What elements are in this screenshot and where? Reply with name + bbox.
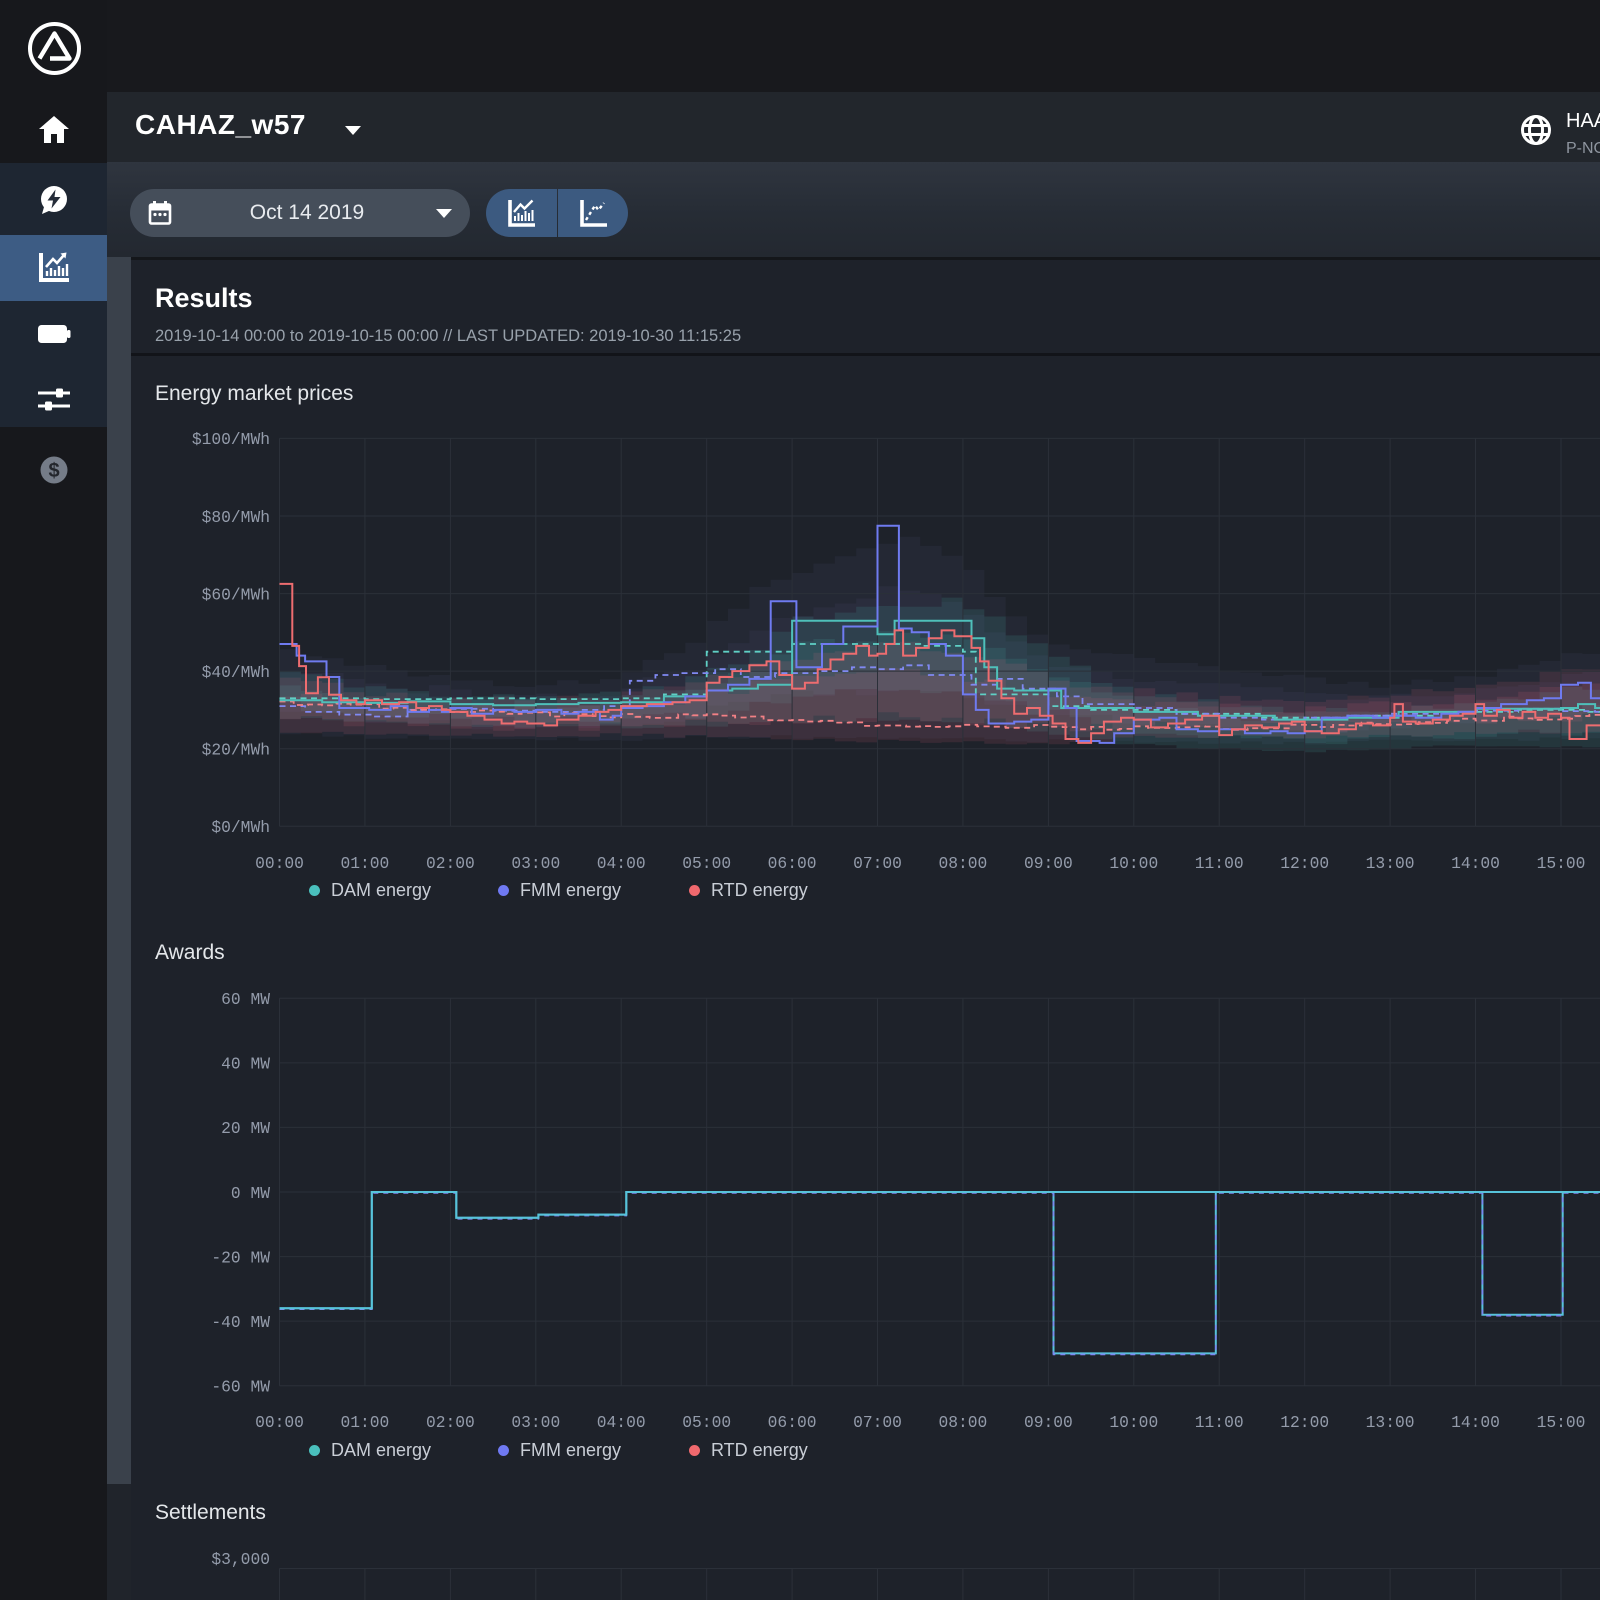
svg-text:$: $ <box>48 460 59 482</box>
